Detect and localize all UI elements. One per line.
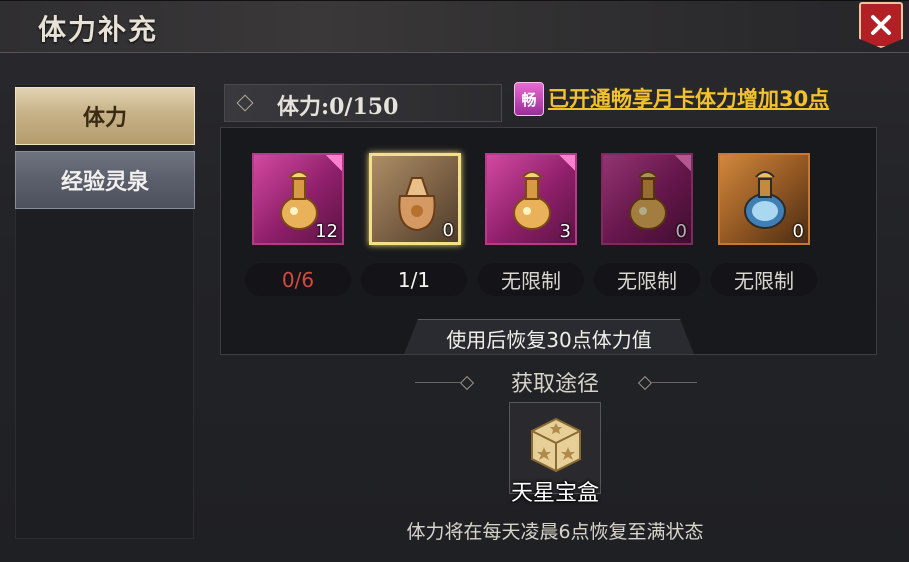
window-title: 体力补充 — [38, 13, 159, 46]
tab-stamina[interactable]: 体力 — [15, 87, 195, 145]
item-slot-4[interactable]: 0 — [601, 153, 693, 245]
stamina-value: 体力:0/150 — [277, 94, 399, 120]
potion-bag-icon — [398, 177, 436, 232]
item-count: 0 — [675, 221, 687, 242]
item-count: 0 — [792, 221, 804, 242]
stamina-refill-window: 体力补充 体力 经验灵泉 体力:0/150 畅 已开通畅享月卡体力增加30点 1… — [0, 0, 909, 562]
divider-right — [652, 382, 697, 383]
star-chest-icon — [531, 417, 581, 473]
tab-exp-spring[interactable]: 经验灵泉 — [15, 151, 195, 209]
potion-bottle-icon — [744, 171, 786, 229]
monthly-card-icon: 畅 — [514, 82, 544, 116]
diamond-icon — [236, 94, 254, 112]
recovery-note: 体力将在每天凌晨6点恢复至满状态 — [406, 521, 704, 543]
usage-limit: 无限制 — [478, 263, 584, 296]
item-count: 3 — [559, 221, 571, 242]
item-count: 0 — [442, 220, 454, 241]
item-slot-2[interactable]: 0 — [369, 153, 461, 245]
potion-flask-icon — [629, 171, 667, 230]
stamina-display: 体力:0/150 — [224, 84, 502, 122]
source-item-label: 天星宝盒 — [510, 481, 599, 506]
usage-limit: 无限制 — [594, 263, 700, 296]
usage-limit: 0/6 — [245, 263, 351, 296]
usage-limit: 1/1 — [361, 263, 467, 296]
monthly-card-link[interactable]: 已开通畅享月卡体力增加30点 — [548, 83, 829, 113]
close-button[interactable] — [859, 2, 903, 48]
item-count: 12 — [315, 221, 338, 242]
item-slot-1[interactable]: 12 — [252, 153, 344, 245]
usage-limit: 无限制 — [711, 263, 817, 296]
item-description: 使用后恢复30点体力值 — [446, 328, 652, 352]
item-slot-3[interactable]: 3 — [485, 153, 577, 245]
item-slot-5[interactable]: 0 — [718, 153, 810, 245]
potion-flask-icon — [513, 171, 551, 230]
close-icon — [871, 15, 891, 35]
